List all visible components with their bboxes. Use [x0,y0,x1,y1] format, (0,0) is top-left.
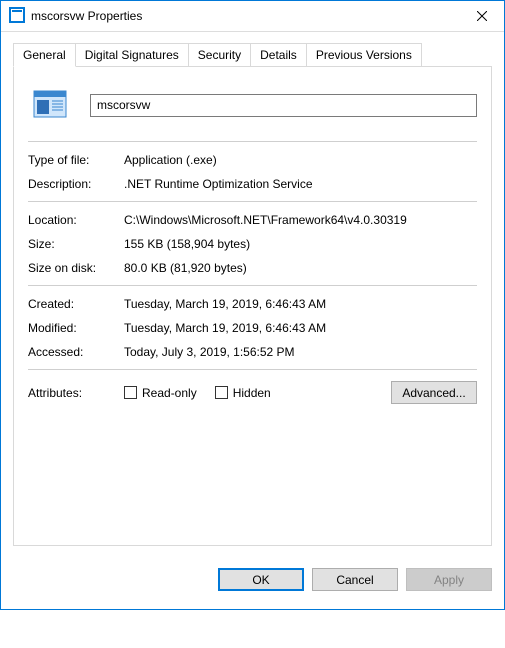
filename-input[interactable] [90,94,477,117]
close-button[interactable] [459,1,504,31]
row-accessed: Accessed: Today, July 3, 2019, 1:56:52 P… [28,345,477,359]
row-location: Location: C:\Windows\Microsoft.NET\Frame… [28,213,477,227]
filename-row [28,83,477,127]
size-label: Size: [28,237,124,251]
general-panel: Type of file: Application (.exe) Descrip… [13,66,492,546]
row-size-on-disk: Size on disk: 80.0 KB (81,920 bytes) [28,261,477,275]
row-created: Created: Tuesday, March 19, 2019, 6:46:4… [28,297,477,311]
tab-previous-versions[interactable]: Previous Versions [306,43,422,67]
location-value: C:\Windows\Microsoft.NET\Framework64\v4.… [124,213,477,227]
created-value: Tuesday, March 19, 2019, 6:46:43 AM [124,297,477,311]
type-label: Type of file: [28,153,124,167]
dialog-footer: OK Cancel Apply [1,558,504,609]
tab-digital-signatures[interactable]: Digital Signatures [75,43,189,67]
modified-label: Modified: [28,321,124,335]
divider [28,201,477,203]
window-title: mscorsvw Properties [31,9,142,23]
hidden-label: Hidden [233,386,271,400]
readonly-label: Read-only [142,386,197,400]
hidden-checkbox[interactable] [215,386,228,399]
content-area: General Digital Signatures Security Deta… [1,32,504,558]
row-attributes: Attributes: Read-only Hidden Advanced... [28,381,477,404]
tab-strip: General Digital Signatures Security Deta… [13,43,492,67]
type-value: Application (.exe) [124,153,477,167]
divider [28,369,477,371]
readonly-checkbox[interactable] [124,386,137,399]
attributes-label: Attributes: [28,386,124,400]
readonly-checkbox-wrap[interactable]: Read-only [124,386,197,400]
description-label: Description: [28,177,124,191]
attributes-group: Read-only Hidden [124,386,391,400]
size-on-disk-value: 80.0 KB (81,920 bytes) [124,261,477,275]
accessed-label: Accessed: [28,345,124,359]
divider [28,141,477,143]
divider [28,285,477,287]
file-icon [28,83,72,127]
cancel-button[interactable]: Cancel [312,568,398,591]
location-label: Location: [28,213,124,227]
modified-value: Tuesday, March 19, 2019, 6:46:43 AM [124,321,477,335]
advanced-button[interactable]: Advanced... [391,381,477,404]
properties-window: mscorsvw Properties General Digital Sign… [0,0,505,610]
row-description: Description: .NET Runtime Optimization S… [28,177,477,191]
description-value: .NET Runtime Optimization Service [124,177,477,191]
row-size: Size: 155 KB (158,904 bytes) [28,237,477,251]
tab-details[interactable]: Details [250,43,307,67]
tab-security[interactable]: Security [188,43,251,67]
row-type: Type of file: Application (.exe) [28,153,477,167]
titlebar: mscorsvw Properties [1,1,504,32]
ok-button[interactable]: OK [218,568,304,591]
apply-button[interactable]: Apply [406,568,492,591]
titlebar-left: mscorsvw Properties [9,7,142,26]
row-modified: Modified: Tuesday, March 19, 2019, 6:46:… [28,321,477,335]
size-on-disk-label: Size on disk: [28,261,124,275]
tab-general[interactable]: General [13,43,76,67]
hidden-checkbox-wrap[interactable]: Hidden [215,386,271,400]
created-label: Created: [28,297,124,311]
size-value: 155 KB (158,904 bytes) [124,237,477,251]
app-icon [9,7,25,26]
accessed-value: Today, July 3, 2019, 1:56:52 PM [124,345,477,359]
